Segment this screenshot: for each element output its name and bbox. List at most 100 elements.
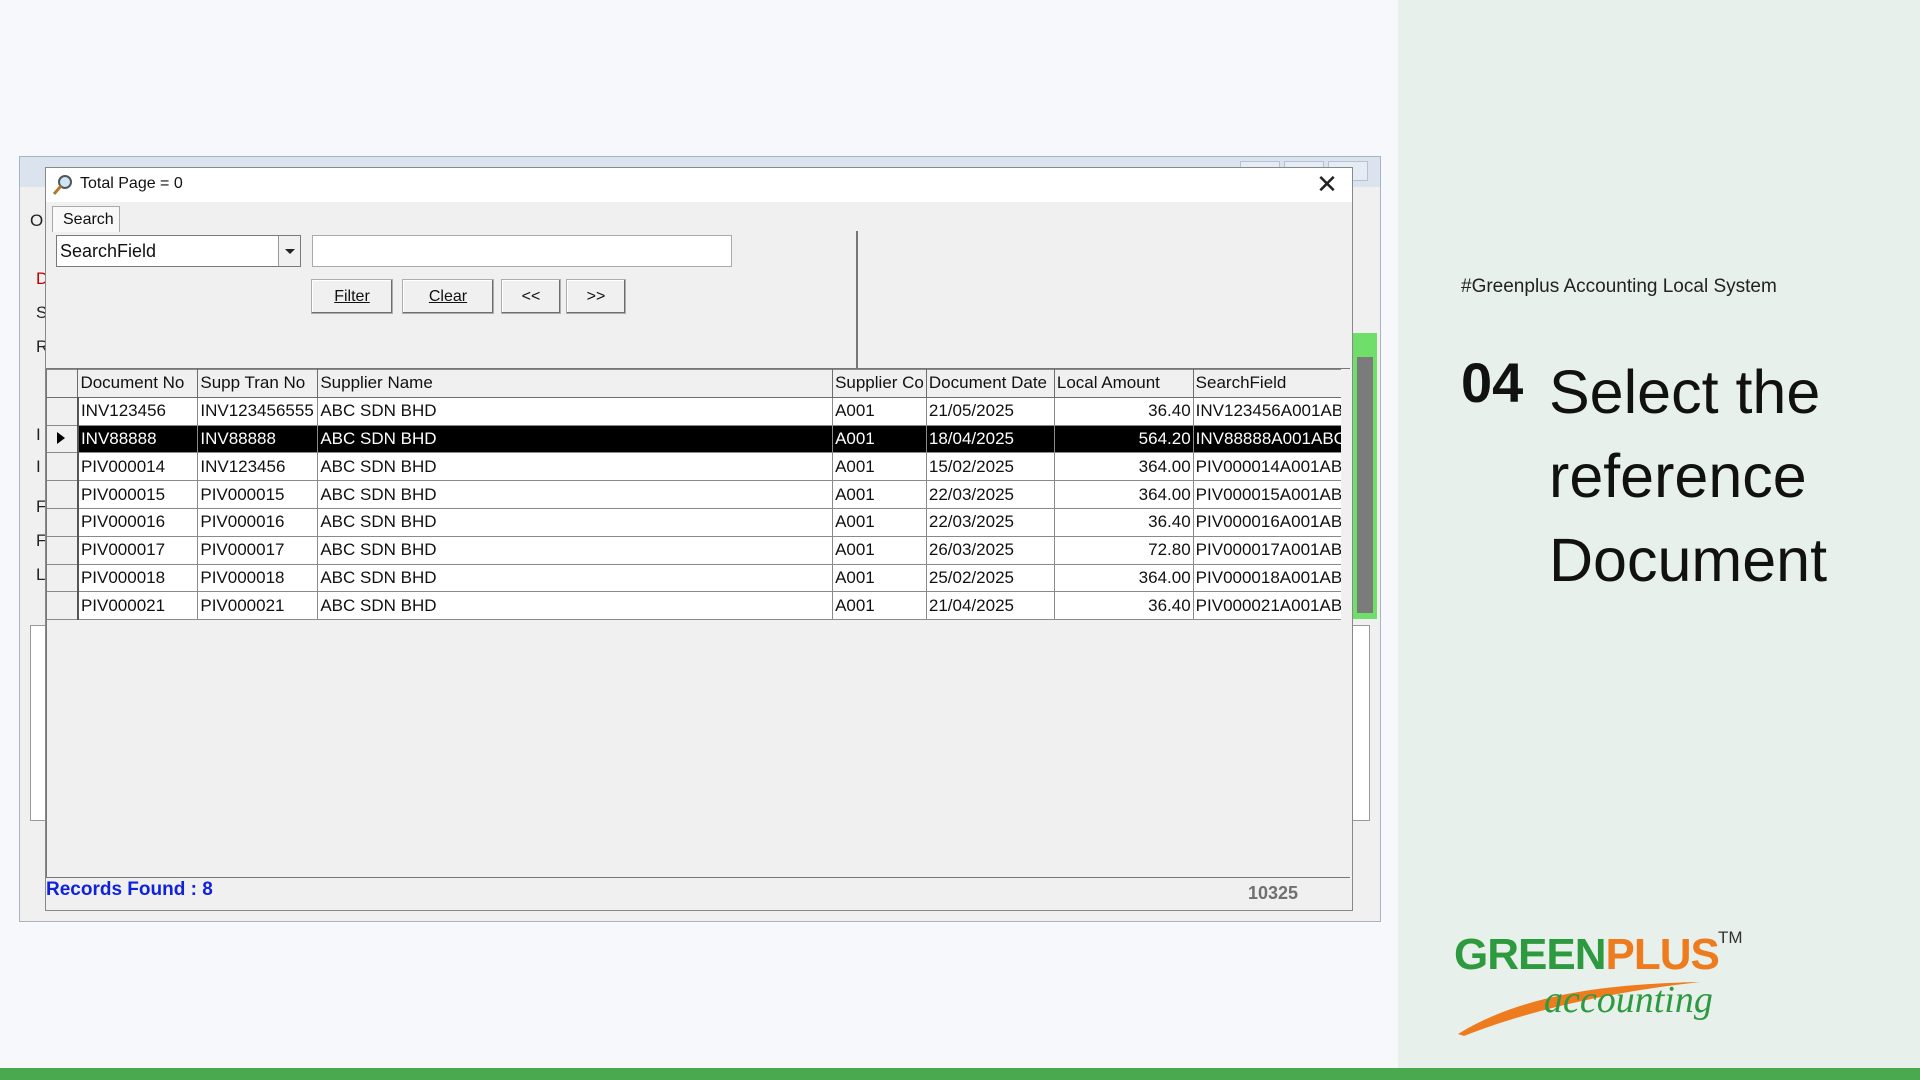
clear-button[interactable]: Clear (402, 279, 494, 314)
table-cell[interactable]: PIV000015A001AB (1193, 480, 1350, 509)
table-row[interactable]: PIV000014 INV123456 ABC SDN BHD A001 15/02/2… (47, 452, 1350, 482)
row-header-corner (47, 369, 79, 398)
table-cell[interactable]: PIV000017 (197, 536, 319, 565)
filter-button-label: Filter (334, 288, 370, 305)
column-header[interactable]: Supp Tran No (197, 369, 319, 398)
row-header[interactable] (47, 452, 79, 482)
row-header[interactable] (47, 508, 79, 537)
previous-page-button[interactable]: << (501, 279, 561, 314)
background-scrollbar[interactable] (1357, 357, 1373, 613)
table-cell[interactable]: ABC SDN BHD (317, 536, 834, 565)
row-header[interactable] (47, 425, 79, 454)
table-cell[interactable]: PIV000016 (77, 508, 199, 537)
table-cell[interactable]: 364.00 (1054, 452, 1194, 482)
table-row[interactable]: PIV000021 PIV000021 ABC SDN BHD A001 21/04/2… (47, 591, 1350, 621)
table-cell[interactable]: 364.00 (1054, 564, 1194, 593)
row-header[interactable] (47, 397, 79, 426)
chevron-down-icon[interactable] (278, 236, 300, 266)
table-cell[interactable]: 36.40 (1054, 591, 1194, 621)
logo-trademark: TM (1718, 928, 1743, 947)
row-header[interactable] (47, 480, 79, 509)
records-found-label: Records Found : 8 (46, 879, 213, 900)
table-cell[interactable]: 22/03/2025 (926, 480, 1055, 509)
table-cell[interactable]: ABC SDN BHD (317, 452, 834, 482)
table-cell[interactable]: 564.20 (1054, 425, 1194, 454)
slide-bottom-bar (0, 1068, 1920, 1080)
table-cell[interactable]: A001 (832, 536, 927, 565)
table-cell[interactable]: A001 (832, 425, 927, 454)
table-cell[interactable]: 25/02/2025 (926, 564, 1055, 593)
table-cell[interactable]: 36.40 (1054, 508, 1194, 537)
column-header[interactable]: SearchField (1193, 369, 1350, 398)
table-cell[interactable]: A001 (832, 591, 927, 621)
table-cell[interactable]: PIV000014 (77, 452, 199, 482)
table-cell[interactable]: PIV000018 (197, 564, 319, 593)
search-input[interactable] (312, 235, 732, 267)
table-cell[interactable]: INV88888 (197, 425, 319, 454)
results-grid: Document No Supp Tran No Supplier Name S… (46, 368, 1351, 878)
table-row[interactable]: PIV000015 PIV000015 ABC SDN BHD A001 22/03/2… (47, 480, 1350, 509)
table-cell[interactable]: 364.00 (1054, 480, 1194, 509)
table-cell[interactable]: 18/04/2025 (926, 425, 1055, 454)
table-cell[interactable]: PIV000016 (197, 508, 319, 537)
row-header[interactable] (47, 591, 79, 621)
table-cell[interactable]: ABC SDN BHD (317, 508, 834, 537)
table-cell[interactable]: PIV000021A001AB (1193, 591, 1350, 621)
grid-right-edge (1341, 369, 1351, 877)
clear-button-label: Clear (428, 288, 468, 305)
column-header[interactable]: Document No (77, 369, 199, 398)
column-header[interactable]: Supplier Name (317, 369, 834, 398)
column-header[interactable]: Document Date (926, 369, 1055, 398)
table-cell[interactable]: INV123456555 (197, 397, 319, 426)
table-row[interactable]: PIV000016 PIV000016 ABC SDN BHD A001 22/03/2… (47, 508, 1350, 537)
table-cell[interactable]: ABC SDN BHD (317, 397, 834, 426)
filter-button[interactable]: Filter (311, 279, 393, 314)
status-user-id: 10325 (1247, 883, 1298, 903)
table-cell[interactable]: PIV000018A001AB (1193, 564, 1350, 593)
table-cell[interactable]: 15/02/2025 (926, 452, 1055, 482)
table-cell[interactable]: PIV000014A001AB (1193, 452, 1350, 482)
table-cell[interactable]: ABC SDN BHD (317, 425, 834, 454)
table-cell[interactable]: INV88888 (77, 425, 199, 454)
row-header[interactable] (47, 536, 79, 565)
table-cell[interactable]: INV123456 (197, 452, 319, 482)
table-cell[interactable]: ABC SDN BHD (317, 564, 834, 593)
table-cell[interactable]: 26/03/2025 (926, 536, 1055, 565)
table-cell[interactable]: A001 (832, 480, 927, 509)
tab-search[interactable]: Search (52, 206, 120, 232)
close-icon[interactable]: ✕ (1310, 170, 1344, 200)
table-cell[interactable]: ABC SDN BHD (317, 480, 834, 509)
table-cell[interactable]: A001 (832, 397, 927, 426)
table-cell[interactable]: 22/03/2025 (926, 508, 1055, 537)
table-cell[interactable]: PIV000015 (77, 480, 199, 509)
table-cell[interactable]: 36.40 (1054, 397, 1194, 426)
column-header[interactable]: Supplier Co (832, 369, 927, 398)
table-row[interactable]: PIV000018 PIV000018 ABC SDN BHD A001 25/02/2… (47, 564, 1350, 593)
table-cell[interactable]: A001 (832, 564, 927, 593)
search-dialog: Total Page = 0 ✕ Search SearchField Filt… (45, 167, 1353, 911)
table-row[interactable]: INV88888 INV88888 ABC SDN BHD A001 18/04/202… (47, 425, 1350, 454)
table-row[interactable]: PIV000017 PIV000017 ABC SDN BHD A001 26/03/2… (47, 536, 1350, 565)
column-header[interactable]: Local Amount (1054, 369, 1194, 398)
table-cell[interactable]: PIV000021 (197, 591, 319, 621)
table-cell[interactable]: 21/04/2025 (926, 591, 1055, 621)
table-row[interactable]: INV123456 INV123456555 ABC SDN BHD A001 21/0… (47, 397, 1350, 426)
table-cell[interactable]: A001 (832, 508, 927, 537)
search-field-dropdown[interactable]: SearchField (56, 235, 301, 267)
next-page-button[interactable]: >> (566, 279, 626, 314)
table-cell[interactable]: PIV000016A001AB (1193, 508, 1350, 537)
table-cell[interactable]: PIV000018 (77, 564, 199, 593)
search-field-value: SearchField (60, 241, 157, 261)
table-cell[interactable]: INV123456 (77, 397, 199, 426)
table-cell[interactable]: ABC SDN BHD (317, 591, 834, 621)
table-cell[interactable]: PIV000017 (77, 536, 199, 565)
table-cell[interactable]: PIV000015 (197, 480, 319, 509)
table-cell[interactable]: 72.80 (1054, 536, 1194, 565)
table-cell[interactable]: A001 (832, 452, 927, 482)
table-cell[interactable]: PIV000021 (77, 591, 199, 621)
table-cell[interactable]: 21/05/2025 (926, 397, 1055, 426)
table-cell[interactable]: PIV000017A001AB (1193, 536, 1350, 565)
row-header[interactable] (47, 564, 79, 593)
table-cell[interactable]: INV123456A001AB (1193, 397, 1350, 426)
table-cell[interactable]: INV88888A001ABC (1193, 425, 1350, 454)
